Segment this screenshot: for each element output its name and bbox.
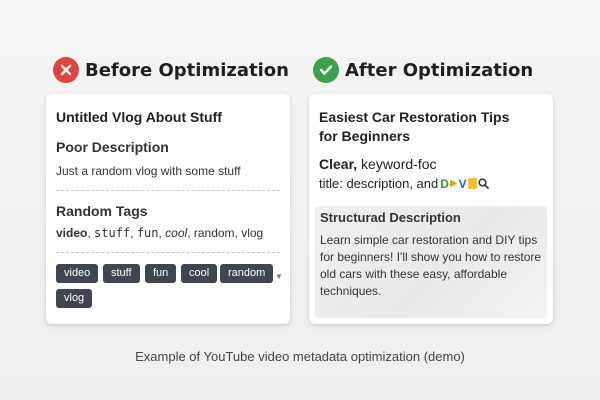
check-icon xyxy=(313,57,339,83)
after-heading-label: After Optimization xyxy=(345,59,534,81)
tag-text: stuff xyxy=(94,226,131,240)
file-icon xyxy=(467,178,477,189)
before-title: Untitled Vlog About Stuff xyxy=(56,109,222,125)
after-title-line: title: description, and D ▶ V xyxy=(319,176,489,191)
clear-label: Clear, xyxy=(319,156,358,172)
divider xyxy=(56,190,280,191)
tag-chip[interactable]: random xyxy=(220,264,274,283)
tag-text: video xyxy=(56,226,88,240)
before-tags-heading: Random Tags xyxy=(56,203,148,219)
tag-chip[interactable]: cool xyxy=(181,264,218,283)
v-icon: V xyxy=(458,176,467,191)
divider xyxy=(56,252,280,253)
tag-text: fun xyxy=(136,226,159,240)
icon-strip: D ▶ V xyxy=(440,176,489,191)
play-icon: ▶ xyxy=(449,178,458,189)
tag-chip[interactable]: video xyxy=(56,264,99,283)
before-heading: Before Optimization xyxy=(53,55,289,85)
before-desc-heading: Poor Description xyxy=(56,139,169,155)
tag-chip[interactable]: fun xyxy=(145,264,177,283)
x-icon xyxy=(53,57,79,83)
title-line-text: title: description, and xyxy=(319,176,439,191)
search-icon xyxy=(478,178,489,189)
after-desc-text: Learn simple car restoration and DIY tip… xyxy=(320,233,542,298)
tag-text: random xyxy=(193,226,235,240)
after-heading: After Optimization xyxy=(313,55,533,85)
tag-chip[interactable]: stuff xyxy=(103,264,140,283)
clear-rest: keyword-foc xyxy=(361,156,437,172)
before-card: Untitled Vlog About Stuff Poor Descripti… xyxy=(46,94,290,324)
after-clear-line: Clear, keyword-foc xyxy=(319,156,547,172)
before-tags-line: video, stuff, fun, cool, random, vlog xyxy=(56,226,264,240)
tag-text: vlog xyxy=(241,226,264,240)
after-card: Easiest Car Restoration Tips for Beginne… xyxy=(309,94,553,324)
before-desc-text: Just a random vlog with some stuff xyxy=(56,164,241,178)
more-icon: ▼ xyxy=(275,272,283,281)
before-heading-label: Before Optimization xyxy=(85,59,289,81)
tag-text: cool xyxy=(165,226,188,240)
google-d-icon: D xyxy=(440,176,449,191)
tag-chip[interactable]: vlog xyxy=(56,289,93,308)
caption: Example of YouTube video metadata optimi… xyxy=(135,349,465,364)
after-desc-heading: Structurad Description xyxy=(320,210,461,225)
structured-description-box: Structurad Description Learn simple car … xyxy=(315,206,547,318)
after-title: Easiest Car Restoration Tips for Beginne… xyxy=(319,109,510,144)
